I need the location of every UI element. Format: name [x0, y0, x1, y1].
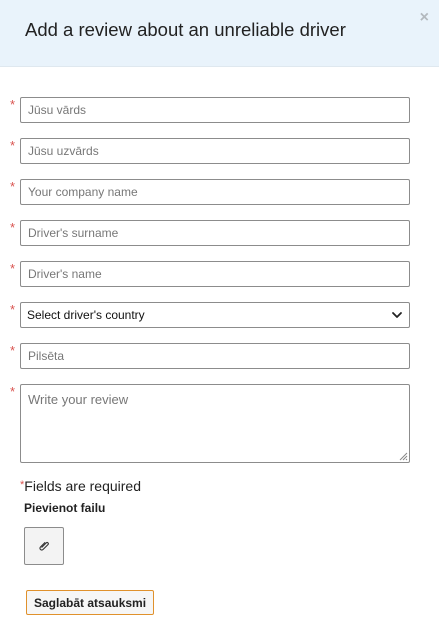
required-star: *: [10, 384, 16, 399]
required-star: *: [10, 138, 16, 153]
required-fields-note: *Fields are required: [20, 478, 141, 494]
last-name-input[interactable]: [20, 138, 410, 164]
attach-file-button[interactable]: [24, 527, 64, 565]
modal-title: Add a review about an unreliable driver: [25, 19, 346, 40]
attach-file-label: Pievienot failu: [24, 501, 106, 515]
modal-header: Add a review about an unreliable driver …: [0, 0, 439, 67]
first-name-input[interactable]: [20, 97, 410, 123]
required-star: *: [10, 343, 16, 358]
driver-country-select[interactable]: Select driver's country: [20, 302, 410, 328]
required-star: *: [10, 302, 16, 317]
required-star: *: [10, 261, 16, 276]
city-input[interactable]: [20, 343, 410, 369]
resize-grip-icon[interactable]: [399, 452, 408, 461]
driver-country-selected: Select driver's country: [27, 308, 145, 322]
company-name-input[interactable]: [20, 179, 410, 205]
close-icon[interactable]: ×: [420, 10, 429, 26]
save-review-button[interactable]: Saglabāt atsauksmi: [26, 590, 155, 615]
required-fields-text: Fields are required: [24, 478, 142, 494]
required-star: *: [10, 220, 16, 235]
driver-name-input[interactable]: [20, 261, 410, 287]
review-modal: Add a review about an unreliable driver …: [0, 0, 439, 629]
driver-surname-input[interactable]: [20, 220, 410, 246]
chevron-down-icon: [392, 312, 402, 318]
required-star: *: [10, 97, 16, 112]
review-textarea[interactable]: [20, 384, 410, 463]
paperclip-icon: [39, 542, 49, 551]
required-star: *: [10, 179, 16, 194]
